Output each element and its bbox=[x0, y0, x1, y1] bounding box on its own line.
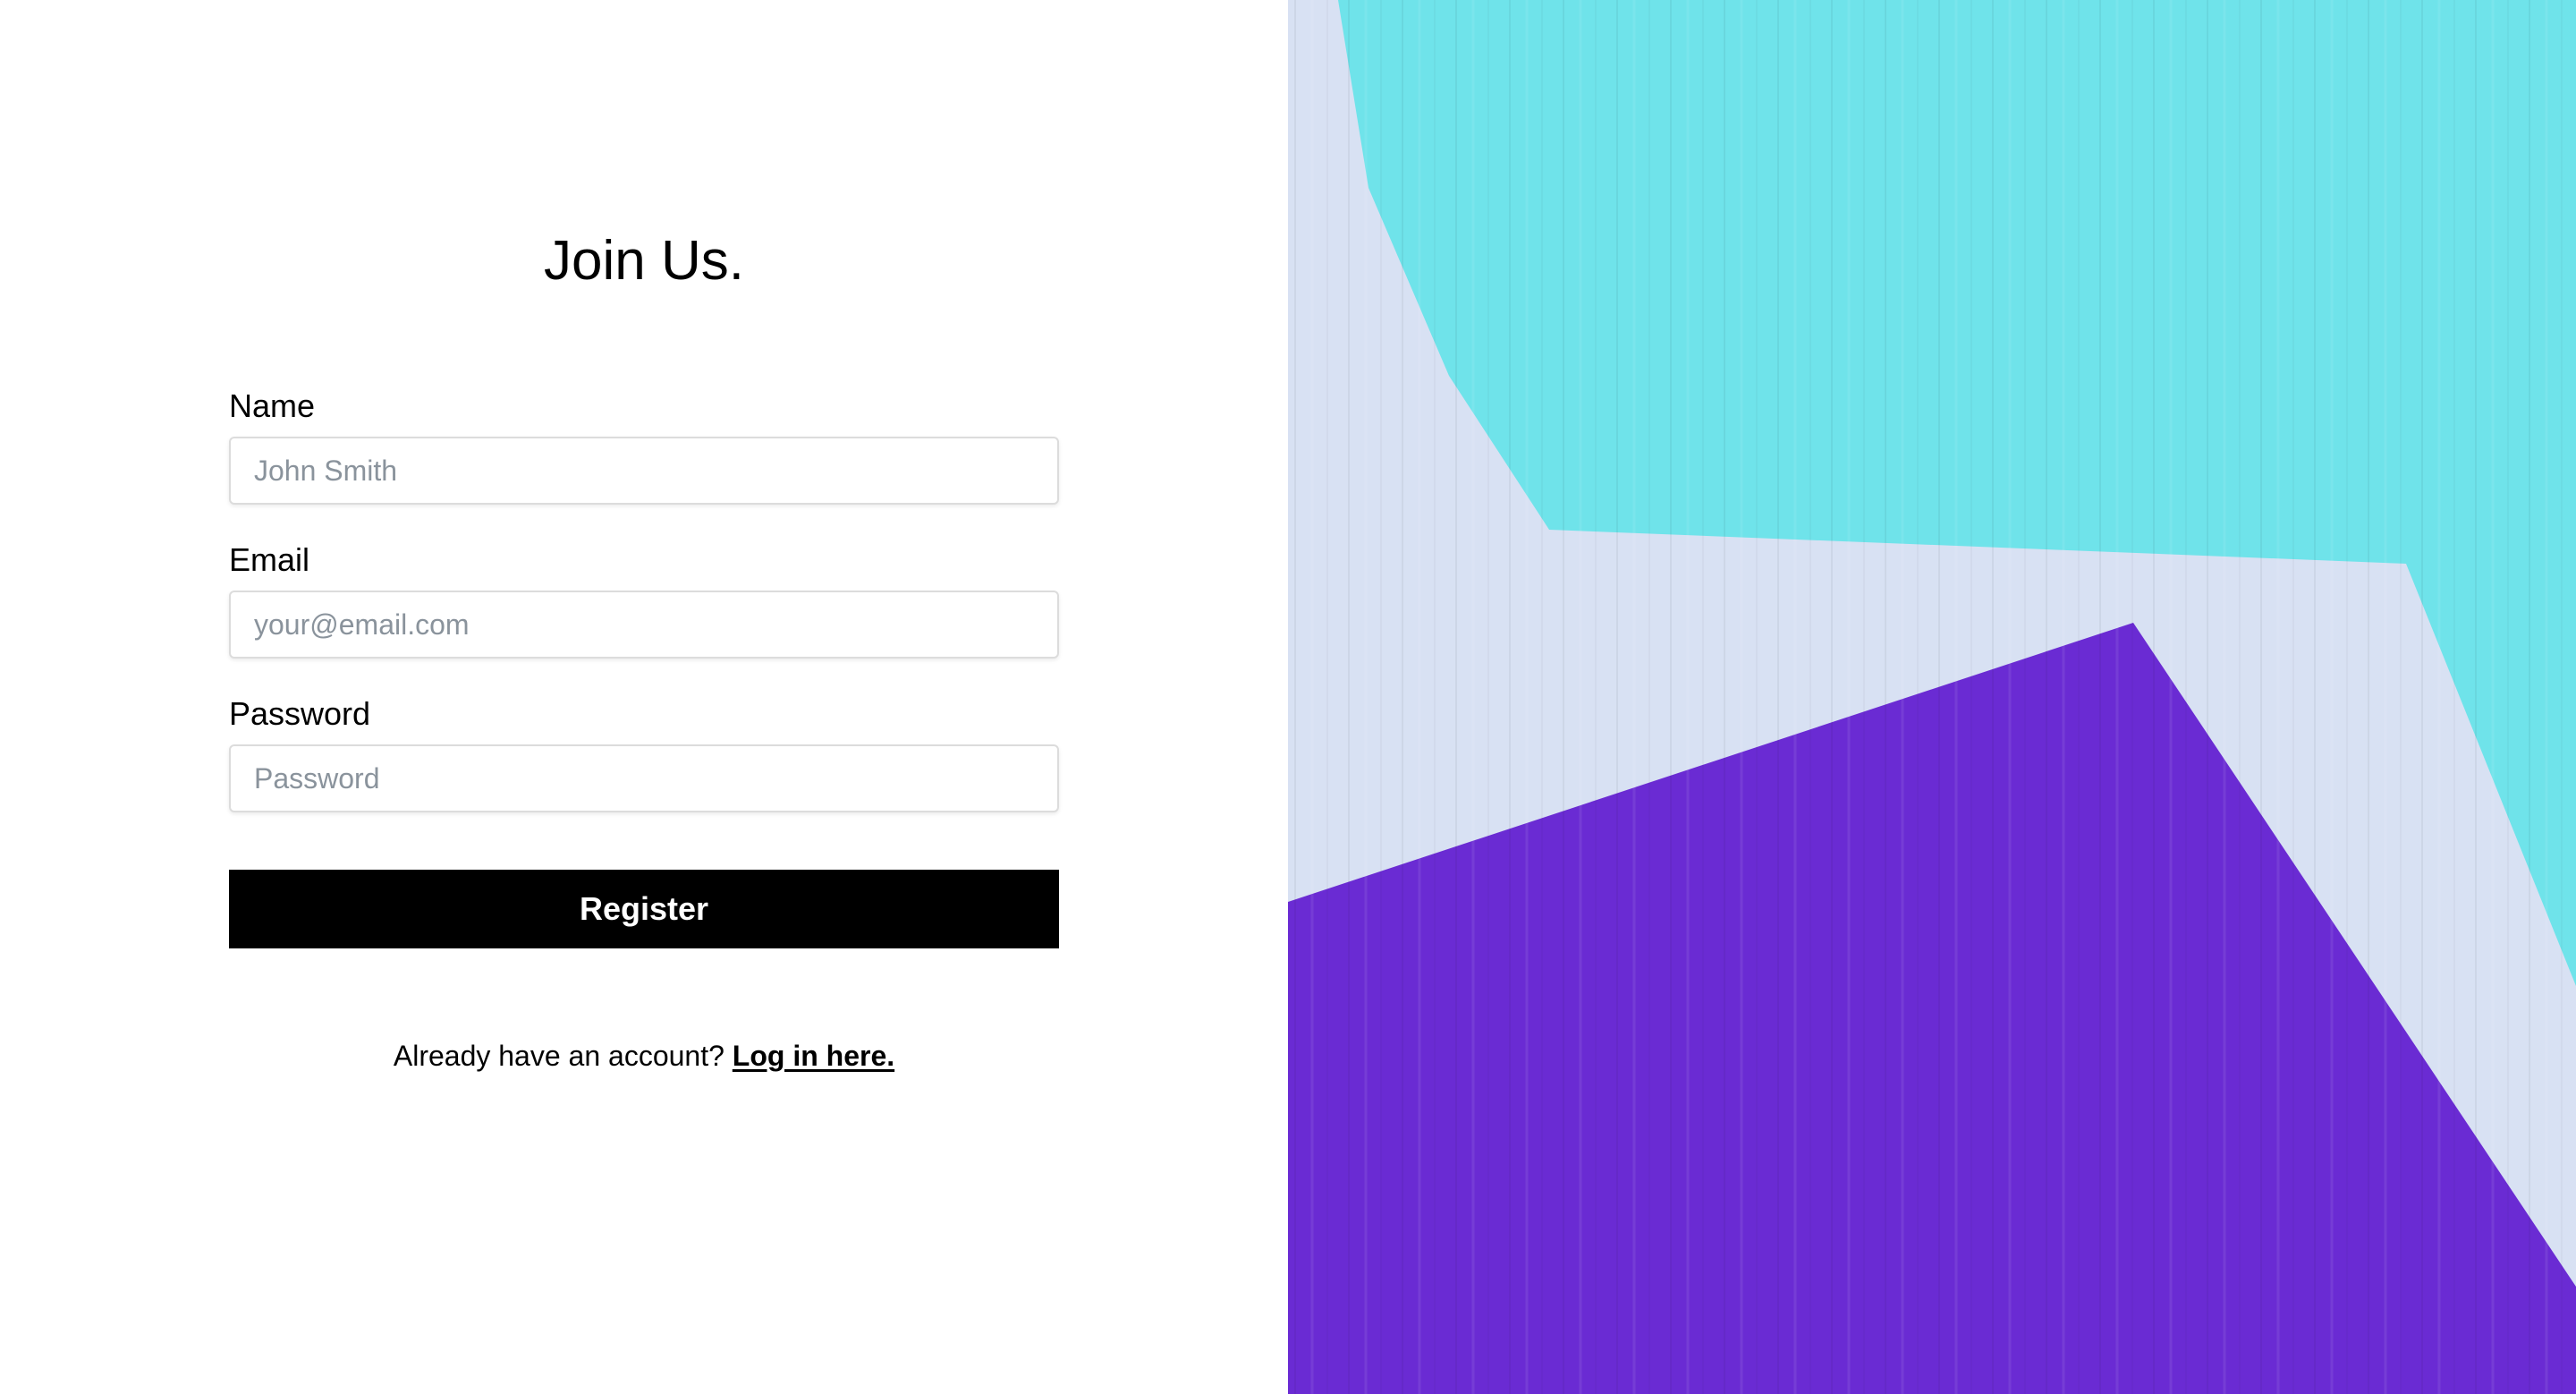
email-label: Email bbox=[229, 541, 310, 578]
name-input[interactable] bbox=[229, 437, 1059, 505]
password-input[interactable] bbox=[229, 744, 1059, 812]
login-prompt-text: Already have an account? bbox=[393, 1040, 724, 1072]
login-link[interactable]: Log in here. bbox=[733, 1040, 894, 1072]
register-button[interactable]: Register bbox=[229, 870, 1059, 948]
login-prompt-line: Already have an account? Log in here. bbox=[229, 1036, 1059, 1075]
password-label: Password bbox=[229, 695, 371, 732]
page-title: Join Us. bbox=[544, 230, 744, 292]
name-label: Name bbox=[229, 387, 316, 424]
register-page: Join Us. Name Email Password Register Al… bbox=[0, 0, 2576, 1394]
form-panel: Join Us. Name Email Password Register Al… bbox=[0, 0, 1288, 1394]
wood-texture-overlay bbox=[1288, 0, 2576, 1394]
email-input[interactable] bbox=[229, 591, 1059, 659]
hero-image-panel bbox=[1288, 0, 2576, 1394]
painted-wall-image bbox=[1288, 0, 2576, 1394]
